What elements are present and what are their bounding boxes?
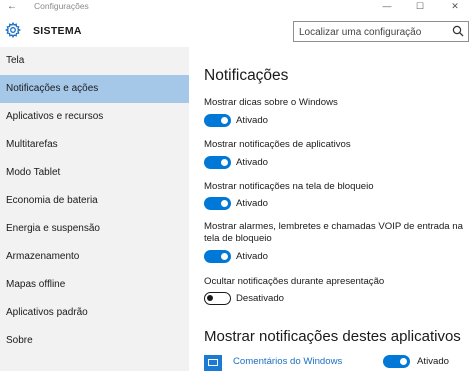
search-input[interactable]: [294, 23, 444, 42]
toggle-ocultar-apresentacao[interactable]: [204, 292, 231, 305]
section-title: SISTEMA: [33, 25, 82, 37]
title-bar: ← Configurações — ☐ ✕: [0, 0, 474, 14]
main-panel: Notificações Mostrar dicas sobre o Windo…: [189, 47, 474, 371]
feedback-app-icon: [204, 355, 222, 371]
toggle-state-dicas: Ativado: [236, 115, 268, 126]
search-box[interactable]: [293, 21, 469, 42]
window-title: Configurações: [34, 1, 89, 11]
toggle-state-alarmes: Ativado: [236, 251, 268, 262]
maximize-button[interactable]: ☐: [405, 0, 435, 14]
option-label-dicas: Mostrar dicas sobre o Windows: [204, 97, 338, 108]
option-label-notificacoes-apps: Mostrar notificações de aplicativos: [204, 139, 351, 150]
sidebar-item-multitarefas[interactable]: Multitarefas: [0, 131, 189, 159]
page-title: Notificações: [204, 67, 289, 84]
search-icon[interactable]: [452, 25, 464, 37]
toggle-state-ocultar-apresentacao: Desativado: [236, 293, 284, 304]
option-label-tela-bloqueio: Mostrar notificações na tela de bloqueio: [204, 181, 374, 192]
option-label-ocultar-apresentacao: Ocultar notificações durante apresentaçã…: [204, 276, 385, 287]
sidebar-item-economia-bateria[interactable]: Economia de bateria: [0, 187, 189, 215]
back-arrow-icon[interactable]: ←: [7, 0, 17, 13]
sidebar: Tela Notificações e ações Aplicativos e …: [0, 47, 189, 371]
app-name-comentarios[interactable]: Comentários do Windows: [233, 356, 342, 367]
sidebar-item-armazenamento[interactable]: Armazenamento: [0, 243, 189, 271]
toggle-app-comentarios[interactable]: [383, 355, 410, 368]
sidebar-item-tela[interactable]: Tela: [0, 47, 189, 75]
toggle-state-notificacoes-apps: Ativado: [236, 157, 268, 168]
toggle-state-app-comentarios: Ativado: [417, 356, 449, 367]
sidebar-item-aplicativos-padrao[interactable]: Aplicativos padrão: [0, 299, 189, 327]
option-label-alarmes: Mostrar alarmes, lembretes e chamadas VO…: [204, 221, 463, 244]
sidebar-item-mapas-offline[interactable]: Mapas offline: [0, 271, 189, 299]
minimize-button[interactable]: —: [372, 0, 402, 14]
toggle-dicas[interactable]: [204, 114, 231, 127]
toggle-state-tela-bloqueio: Ativado: [236, 198, 268, 209]
toggle-tela-bloqueio[interactable]: [204, 197, 231, 210]
close-button[interactable]: ✕: [440, 0, 470, 14]
gear-icon: [5, 22, 21, 38]
toggle-notificacoes-apps[interactable]: [204, 156, 231, 169]
toggle-alarmes[interactable]: [204, 250, 231, 263]
sidebar-item-aplicativos-recursos[interactable]: Aplicativos e recursos: [0, 103, 189, 131]
apps-section-heading: Mostrar notificações destes aplicativos: [204, 328, 461, 345]
sidebar-item-sobre[interactable]: Sobre: [0, 327, 189, 355]
sidebar-item-energia[interactable]: Energia e suspensão: [0, 215, 189, 243]
sidebar-item-notificacoes[interactable]: Notificações e ações: [0, 75, 189, 103]
sidebar-item-modo-tablet[interactable]: Modo Tablet: [0, 159, 189, 187]
